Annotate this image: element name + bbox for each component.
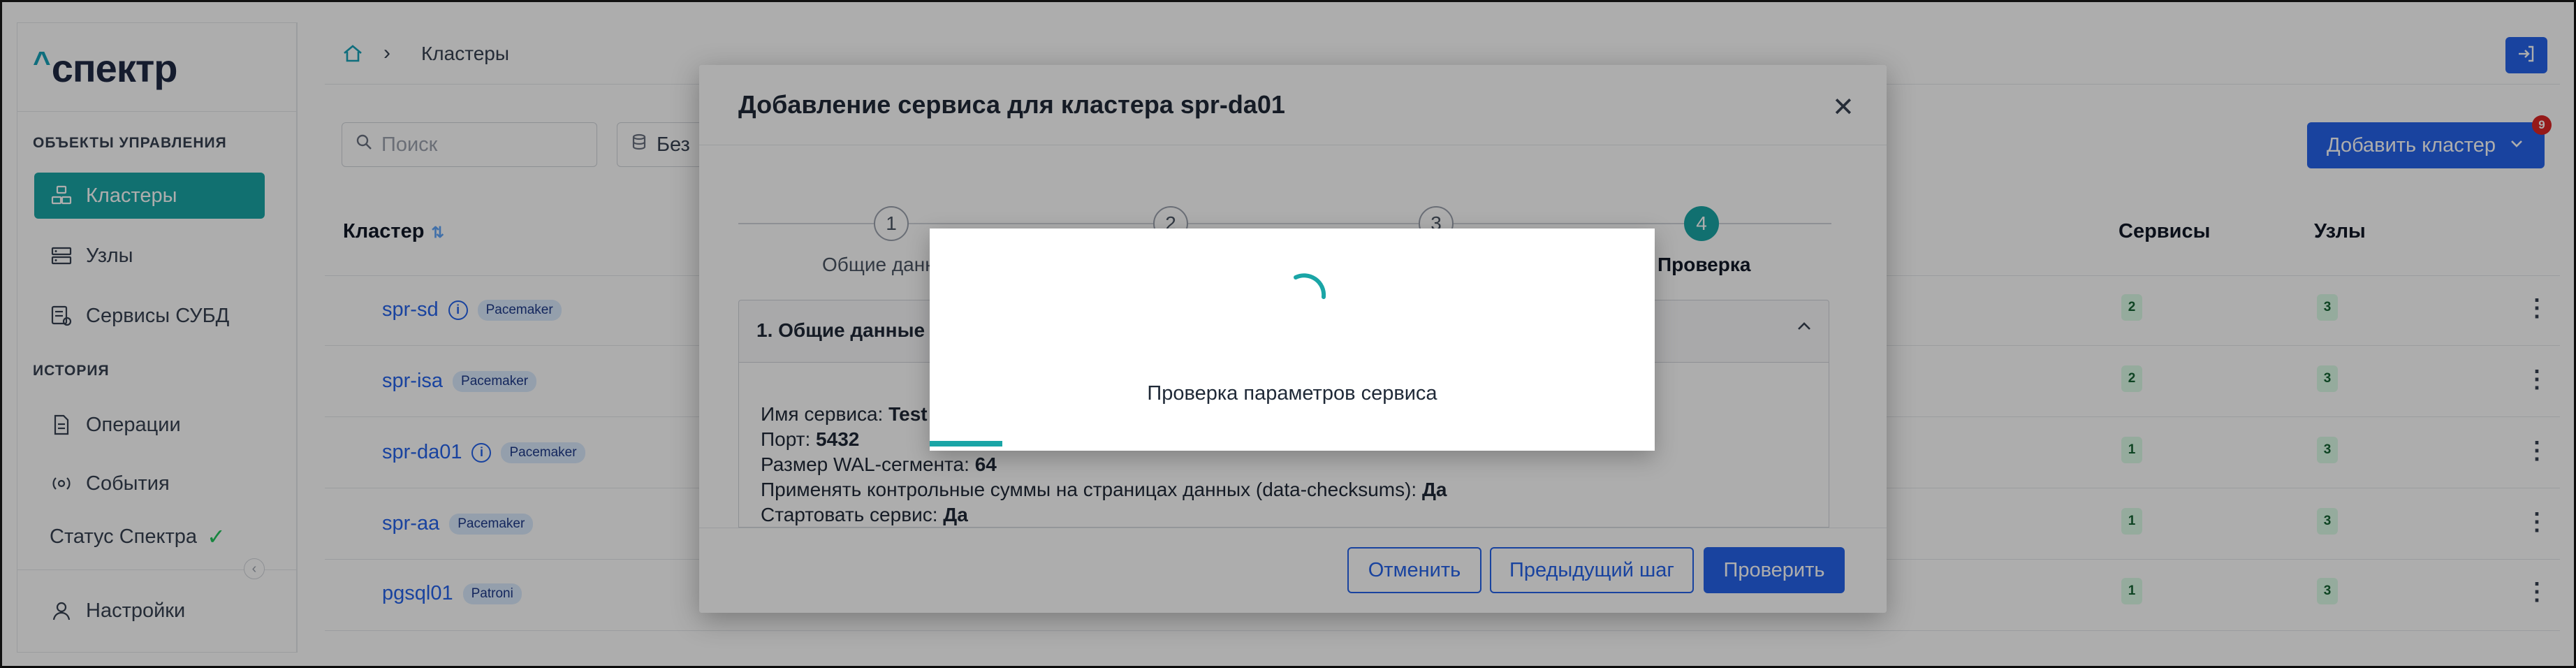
loading-dialog — [930, 228, 1655, 451]
spinner-icon — [1278, 270, 1331, 324]
progress-fill — [930, 441, 1002, 446]
loading-text: Проверка параметров сервиса — [1147, 382, 1437, 405]
progress-bar — [930, 441, 1655, 446]
